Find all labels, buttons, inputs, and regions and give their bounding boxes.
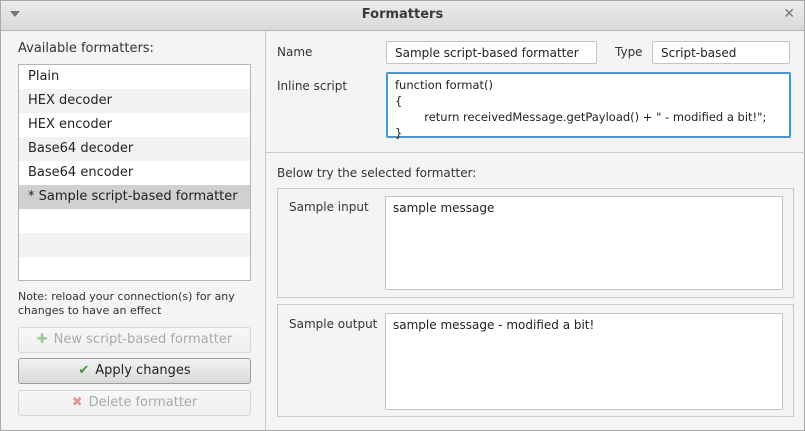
details-panel: Name Sample script-based formatter Type … <box>265 31 805 430</box>
inline-script-label: Inline script <box>277 79 348 93</box>
new-formatter-label: New script-based formatter <box>53 332 233 347</box>
sample-output-label: Sample output <box>289 317 378 331</box>
delete-formatter-label: Delete formatter <box>88 395 198 410</box>
reload-note: Note: reload your connection(s) for any … <box>18 290 235 317</box>
sample-input-field[interactable]: sample message <box>385 196 783 290</box>
title-bar: Formatters ✕ <box>1 1 804 31</box>
list-item[interactable]: Base64 decoder <box>19 137 250 161</box>
list-item[interactable]: HEX decoder <box>19 89 250 113</box>
list-empty-row <box>19 233 250 257</box>
type-label: Type <box>615 45 643 59</box>
apply-changes-label: Apply changes <box>95 363 191 378</box>
list-item[interactable]: Plain <box>19 65 250 89</box>
sample-input-label: Sample input <box>289 200 369 214</box>
apply-changes-button[interactable]: ✔ Apply changes <box>18 358 251 384</box>
window-title: Formatters <box>361 7 444 22</box>
list-empty-row <box>19 257 250 280</box>
name-label: Name <box>277 45 313 59</box>
list-item[interactable]: HEX encoder <box>19 113 250 137</box>
check-icon: ✔ <box>78 363 90 378</box>
sample-output-field[interactable]: sample message - modified a bit! <box>385 313 783 410</box>
cross-icon: ✖ <box>71 395 83 410</box>
formatters-list[interactable]: Plain HEX decoder HEX encoder Base64 dec… <box>18 64 251 281</box>
list-empty-row <box>19 209 250 233</box>
type-field[interactable]: Script-based <box>652 41 790 64</box>
sample-output-section: Sample output sample message - modified … <box>277 304 794 417</box>
left-panel: Available formatters: Plain HEX decoder … <box>1 31 264 430</box>
sample-input-section: Sample input sample message <box>277 188 794 298</box>
section-divider <box>266 152 805 153</box>
inline-script-editor[interactable]: function format() { return receivedMessa… <box>386 72 791 140</box>
available-formatters-label: Available formatters: <box>18 41 154 56</box>
delete-formatter-button[interactable]: ✖ Delete formatter <box>18 390 251 416</box>
close-icon[interactable]: ✕ <box>783 6 795 22</box>
plus-icon: ✚ <box>36 332 48 347</box>
list-item-selected[interactable]: * Sample script-based formatter <box>19 185 250 209</box>
list-item[interactable]: Base64 encoder <box>19 161 250 185</box>
formatters-window: Formatters ✕ Available formatters: Plain… <box>0 0 805 431</box>
tester-title: Below try the selected formatter: <box>277 166 477 180</box>
new-formatter-button[interactable]: ✚ New script-based formatter <box>18 327 251 353</box>
name-field[interactable]: Sample script-based formatter <box>386 41 597 64</box>
